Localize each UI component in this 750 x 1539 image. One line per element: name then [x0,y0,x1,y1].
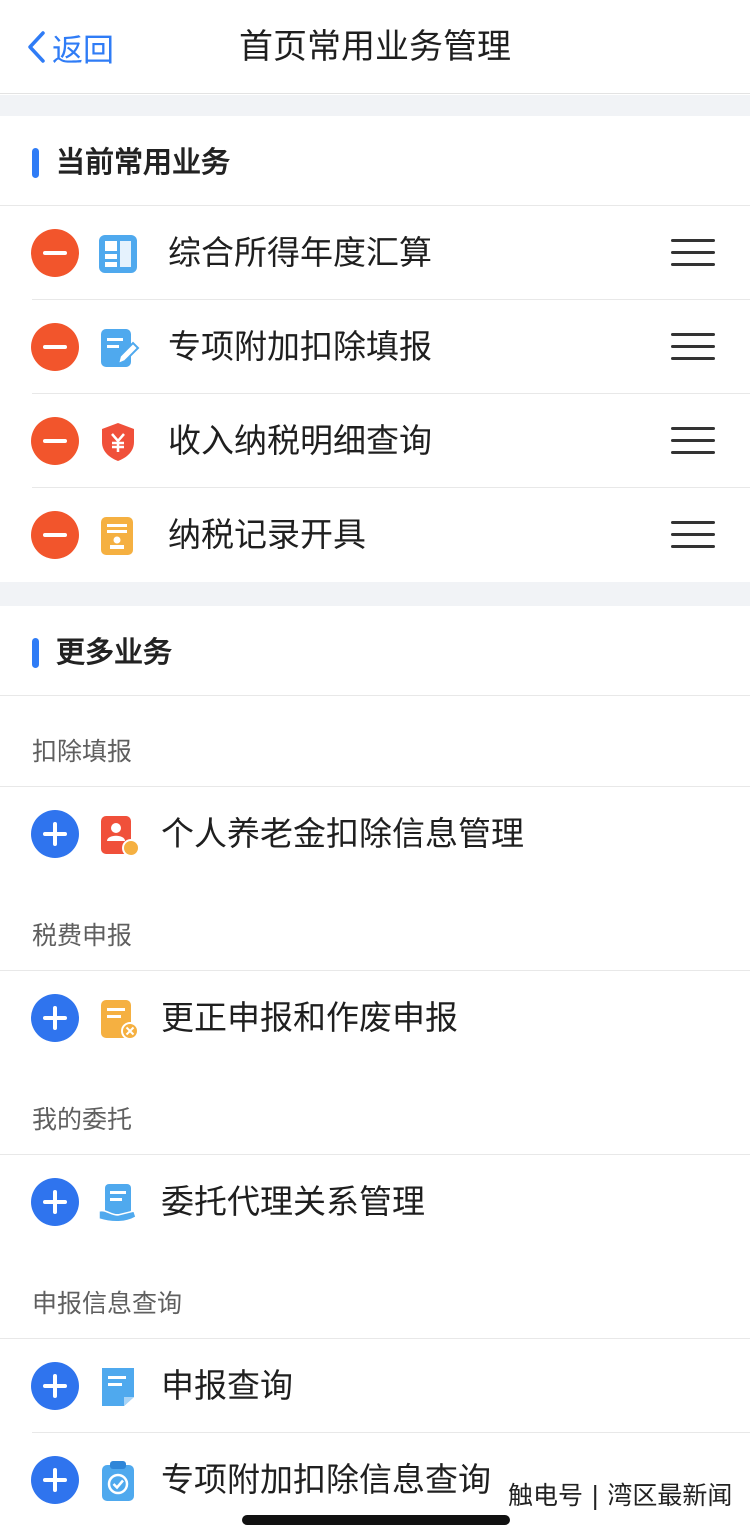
yuan-shield-icon [102,423,134,461]
clipboard-check-icon [102,1461,134,1501]
more-section-header: 更多业务 [0,606,750,696]
add-button[interactable] [31,810,79,858]
group-title: 我的委托 [32,1105,133,1134]
item-label: 专项附加扣除填报 [168,327,432,366]
pension-card-icon [101,816,140,857]
stamp-document-icon [101,517,133,555]
item-label: 个人养老金扣除信息管理 [161,814,524,853]
page-title: 首页常用业务管理 [239,27,511,67]
section-title: 当前常用业务 [56,145,231,179]
item-label: 专项附加扣除信息查询 [161,1460,491,1499]
edit-document-icon [101,329,140,367]
remove-button[interactable] [31,511,79,559]
remove-button[interactable] [31,323,79,371]
group-header: 我的委托 [0,1065,750,1155]
hand-document-icon [98,1184,137,1223]
current-item: 专项附加扣除填报 [0,300,750,394]
item-label: 收入纳税明细查询 [168,421,432,460]
group-title: 申报信息查询 [32,1289,183,1318]
item-label: 纳税记录开具 [168,515,366,554]
more-item: 委托代理关系管理 [0,1155,750,1249]
section-title: 更多业务 [56,635,173,669]
item-label: 申报查询 [161,1366,293,1405]
drag-handle-icon[interactable] [671,521,715,549]
drag-handle-icon[interactable] [671,333,715,361]
remove-button[interactable] [31,229,79,277]
watermark: 触电号 | 湾区最新闻 [508,1481,733,1510]
group-title: 扣除填报 [32,737,133,766]
group-header: 申报信息查询 [0,1249,750,1339]
section-spacer [0,95,750,116]
section-accent-bar [32,638,39,668]
current-item: 综合所得年度汇算 [0,206,750,300]
current-item: 收入纳税明细查询 [0,394,750,488]
remove-button[interactable] [31,417,79,465]
section-accent-bar [32,148,39,178]
add-button[interactable] [31,1456,79,1504]
current-item: 纳税记录开具 [0,488,750,582]
more-item: 更正申报和作废申报 [0,971,750,1065]
group-title: 税费申报 [32,921,133,950]
navigation-bar: 返回 首页常用业务管理 [0,0,750,94]
item-label: 综合所得年度汇算 [168,233,432,272]
drag-handle-icon[interactable] [671,427,715,455]
group-header: 扣除填报 [0,696,750,787]
more-item: 申报查询 [0,1339,750,1433]
more-item: 个人养老金扣除信息管理 [0,787,750,881]
current-section-header: 当前常用业务 [0,116,750,206]
item-label: 更正申报和作废申报 [161,998,458,1037]
home-indicator[interactable] [242,1515,510,1525]
group-header: 税费申报 [0,881,750,971]
drag-handle-icon[interactable] [671,239,715,267]
document-cancel-icon [101,1000,139,1040]
document-icon [102,1368,134,1406]
item-label: 委托代理关系管理 [161,1182,425,1221]
grid-icon [99,235,137,273]
add-button[interactable] [31,1362,79,1410]
add-button[interactable] [31,994,79,1042]
add-button[interactable] [31,1178,79,1226]
section-spacer [0,582,750,606]
